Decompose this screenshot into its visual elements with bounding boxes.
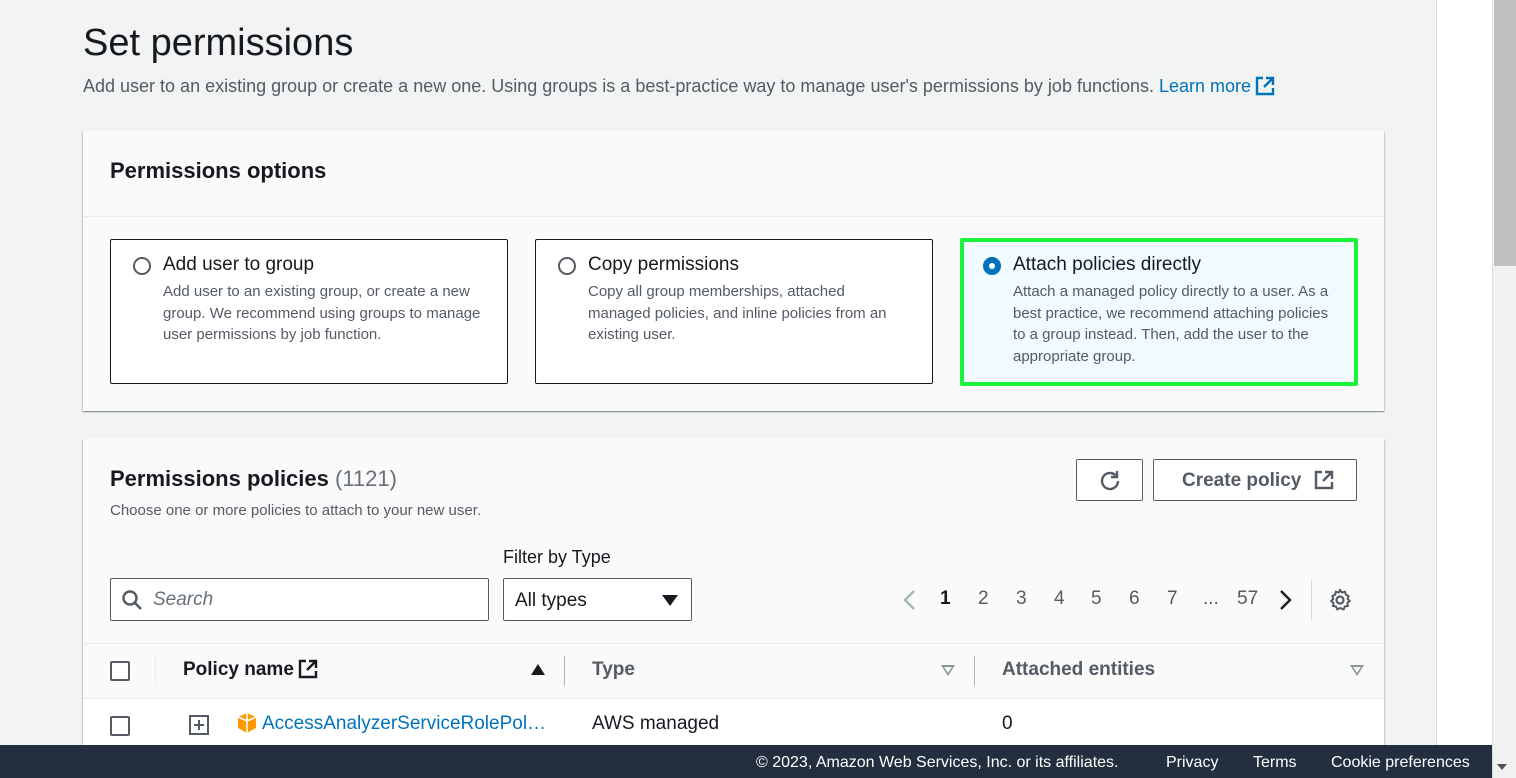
policy-name-header-label: Policy name [183,659,294,680]
column-divider[interactable] [564,656,565,686]
row-checkbox[interactable] [110,716,130,736]
page-description: Add user to an existing group or create … [83,76,1275,97]
option-description: Copy all group memberships, attached man… [588,283,887,344]
radio-copy-permissions[interactable] [558,257,576,275]
option-copy-permissions[interactable]: Copy permissions Copy all group membersh… [535,239,933,384]
search-input[interactable] [153,587,473,613]
filter-by-type-label: Filter by Type [503,547,611,567]
page-description-text: Add user to an existing group or create … [83,76,1154,96]
learn-more-label: Learn more [1159,76,1252,96]
footer-cookie-preferences-link[interactable]: Cookie preferences [1331,754,1470,772]
external-link-icon [1255,76,1275,96]
page-2[interactable]: 2 [978,588,989,610]
option-description: Attach a managed policy directly to a us… [1013,283,1329,366]
policies-count: (1121) [335,466,397,491]
page-6[interactable]: 6 [1129,588,1140,610]
policy-type-cell: AWS managed [592,713,720,734]
scroll-down-arrow-icon[interactable] [1497,764,1507,770]
gear-icon[interactable] [1328,588,1352,612]
option-label: Copy permissions [588,254,739,275]
page-57[interactable]: 57 [1237,588,1258,610]
page-1[interactable]: 1 [940,588,951,610]
refresh-icon [1100,471,1120,491]
sort-icon[interactable] [941,665,955,676]
expand-row-icon[interactable] [189,715,209,735]
footer-terms-link[interactable]: Terms [1253,754,1297,772]
filter-type-value: All types [515,590,587,611]
next-page-icon[interactable] [1278,589,1294,611]
external-link-icon [298,659,318,679]
policies-title-text: Permissions policies [110,466,329,491]
permissions-options-title: Permissions options [110,158,327,183]
sort-icon[interactable] [1350,665,1364,676]
page-title: Set permissions [83,22,354,64]
page-footer: © 2023, Amazon Web Services, Inc. or its… [0,745,1492,778]
radio-attach-policies-directly[interactable] [983,257,1001,275]
learn-more-link[interactable]: Learn more [1159,76,1275,96]
filter-type-select[interactable]: All types [503,578,692,621]
option-label: Add user to group [163,254,315,275]
column-header-type[interactable]: Type [592,659,635,681]
previous-page-icon[interactable] [901,589,917,611]
create-policy-label: Create policy [1182,470,1302,491]
scrollbar-thumb[interactable] [1494,0,1516,266]
sort-ascending-icon[interactable] [531,664,545,675]
column-divider [155,656,156,686]
create-policy-button[interactable]: Create policy [1153,459,1357,501]
policy-search[interactable] [110,578,489,621]
option-add-user-to-group[interactable]: Add user to group Add user to an existin… [110,239,508,384]
caret-down-icon [662,595,678,606]
page-3[interactable]: 3 [1016,588,1027,610]
aws-managed-policy-icon [237,713,257,733]
search-icon [122,590,142,610]
column-header-attached-entities[interactable]: Attached entities [1002,659,1155,681]
select-all-checkbox[interactable] [110,661,130,681]
column-header-policy-name[interactable]: Policy name [183,659,318,681]
refresh-button[interactable] [1076,459,1143,501]
attached-entities-cell: 0 [1002,713,1013,734]
right-side-rail [1436,0,1492,745]
option-attach-policies-directly[interactable]: Attach policies directly Attach a manage… [960,238,1358,386]
page-5[interactable]: 5 [1091,588,1102,610]
external-link-icon [1314,470,1334,490]
footer-privacy-link[interactable]: Privacy [1166,754,1218,772]
policy-name-link[interactable]: AccessAnalyzerServiceRolePol… [262,713,546,735]
option-label: Attach policies directly [1013,254,1201,275]
radio-add-user-to-group[interactable] [133,257,151,275]
page-7[interactable]: 7 [1167,588,1178,610]
footer-copyright: © 2023, Amazon Web Services, Inc. or its… [756,754,1119,771]
page-ellipsis: ... [1203,588,1219,609]
pagination-divider [1311,580,1312,620]
option-description: Add user to an existing group, or create… [163,283,481,344]
page-4[interactable]: 4 [1054,588,1065,610]
permissions-policies-title: Permissions policies (1121) [110,466,397,492]
column-divider[interactable] [974,656,975,686]
policies-description: Choose one or more policies to attach to… [110,502,482,519]
